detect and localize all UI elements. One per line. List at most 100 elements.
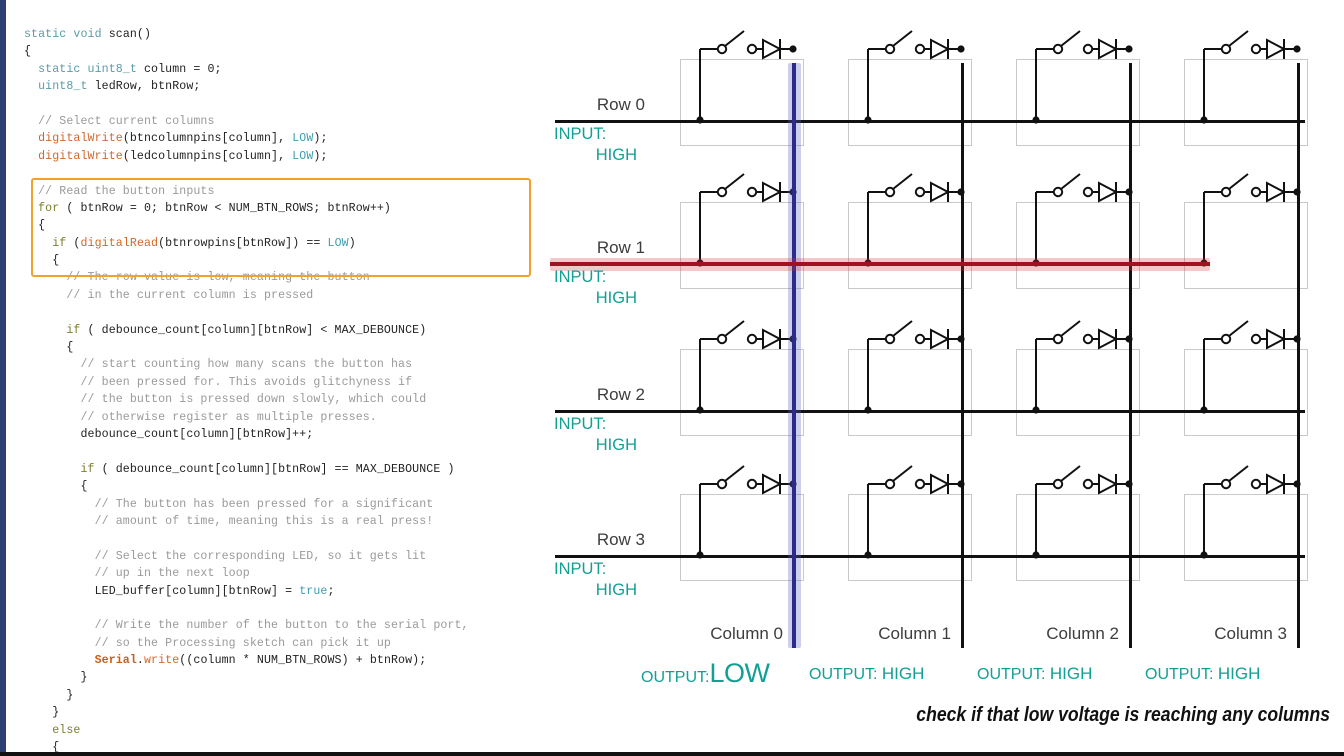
column-wire[interactable] (961, 63, 964, 648)
code-line: digitalWrite(btncolumnpins[column], LOW)… (24, 130, 534, 147)
code-line: Serial.write((column * NUM_BTN_ROWS) + b… (24, 652, 534, 669)
code-token: ) (348, 236, 356, 250)
column-wire[interactable] (1129, 63, 1132, 648)
code-token: { (24, 219, 46, 233)
code-token: // The button has been pressed for a sig… (24, 497, 434, 511)
column-label: Column 3 (1214, 624, 1287, 643)
code-token: LED_buffer[column][btnRow] = (24, 584, 300, 598)
code-token: // Write the number of the button to the… (24, 619, 469, 633)
row-state: INPUT: HIGH (554, 559, 646, 601)
column-wire[interactable] (1297, 63, 1300, 648)
code-token: ( debounce_count[column][btnRow] == MAX_… (94, 462, 455, 476)
code-token: scan() (108, 28, 152, 41)
code-token: } (24, 688, 74, 702)
row-label: Row 2 (596, 385, 645, 404)
code-token: ( btnRow = 0; btnRow < NUM_BTN_ROWS; btn… (59, 201, 391, 215)
row-state-value: HIGH (595, 146, 637, 164)
row-wire[interactable] (555, 555, 1305, 558)
bottom-rule (0, 752, 1344, 756)
code-token: void (73, 28, 109, 41)
column-label: Column 2 (1046, 624, 1119, 643)
code-token: ( debounce_count[column][btnRow] < MAX_D… (80, 323, 427, 337)
code-token: // otherwise register as multiple presse… (24, 410, 377, 424)
code-line: if (digitalRead(btnrowpins[btnRow]) == L… (24, 235, 534, 252)
code-token: digitalWrite (24, 132, 123, 146)
code-line: } (24, 687, 534, 704)
cell-switch-diode-symbol (1032, 173, 1133, 267)
code-line: // in the current column is pressed (24, 287, 534, 304)
code-token: LOW (327, 236, 349, 250)
code-token: else (24, 723, 81, 737)
code-line: // The row value is low, meaning the but… (24, 269, 534, 286)
code-line: } (24, 704, 534, 721)
row-label: Row 3 (596, 530, 645, 549)
button-matrix-diagram: Row 0 INPUT: HIGH Row 1 INPUT: HIGH Row 2 INPUT… (540, 0, 1344, 756)
code-token: . (136, 654, 144, 668)
code-token: ( (66, 236, 81, 250)
column-label: Column 1 (878, 624, 951, 643)
code-line: uint8_t ledRow, btnRow; (24, 78, 534, 95)
column-state-label: OUTPUT: (977, 666, 1050, 683)
code-token: { (24, 45, 32, 59)
source-code[interactable]: static void scan() { static uint8_t colum… (24, 26, 534, 756)
code-token: write (143, 654, 180, 668)
code-token: // up in the next loop (24, 567, 250, 581)
code-token: static (24, 28, 74, 41)
code-token: // amount of time, meaning this is a rea… (24, 514, 434, 528)
code-token: Serial (24, 654, 137, 668)
code-line: { (24, 43, 534, 60)
code-line: // Read the button inputs (24, 183, 534, 200)
column-wire-active[interactable] (792, 63, 796, 648)
code-token: LOW (292, 149, 314, 163)
code-token: // Read the button inputs (24, 184, 215, 198)
row-state: INPUT: HIGH (554, 414, 646, 456)
code-line: // start counting how many scans the but… (24, 356, 534, 373)
code-token: // so the Processing sketch can pick it … (24, 636, 391, 650)
code-token: (btnrowpins[btnRow]) == (158, 236, 328, 250)
code-token: } (24, 706, 60, 720)
column-state: OUTPUT: HIGH (1145, 664, 1344, 684)
code-line: // up in the next loop (24, 565, 534, 582)
row-state-value: HIGH (595, 436, 637, 454)
code-line: // been pressed for. This avoids glitchy… (24, 374, 534, 391)
code-token: (btncolumnpins[column], (122, 132, 293, 146)
row-state: INPUT: HIGH (554, 267, 646, 309)
column-state-value: LOW (709, 658, 770, 688)
column-state-value: HIGH (1217, 664, 1261, 683)
code-token: { (24, 480, 88, 494)
code-token: digitalWrite (24, 149, 123, 163)
code-line: // the button is pressed down slowly, wh… (24, 391, 534, 408)
cell-switch-diode-symbol (864, 30, 965, 124)
cell-switch-diode-symbol (1200, 465, 1301, 559)
column-state-label: OUTPUT: (641, 669, 710, 686)
code-token: uint8_t (24, 80, 88, 94)
code-token: // in the current column is pressed (24, 288, 314, 302)
code-token: column = 0; (136, 62, 222, 76)
code-line: if ( debounce_count[column][btnRow] == M… (24, 461, 534, 478)
code-line: static uint8_t column = 0; (24, 61, 534, 78)
row-wire-active[interactable] (550, 262, 1210, 266)
code-token: // the button is pressed down slowly, wh… (24, 393, 427, 407)
code-line: { (24, 252, 534, 269)
code-line: if ( debounce_count[column][btnRow] < MA… (24, 322, 534, 339)
code-token: // Select the corresponding LED, so it g… (24, 549, 427, 563)
code-token: { (24, 254, 60, 268)
code-token: ((column * NUM_BTN_ROWS) + btnRow); (179, 654, 427, 668)
code-token: // Select current columns (24, 114, 215, 128)
screenshot-root: static void scan() { static uint8_t colum… (0, 0, 1344, 756)
cell-switch-diode-symbol (1200, 320, 1301, 414)
code-line: { (24, 478, 534, 495)
cell-switch-diode-symbol (1032, 465, 1133, 559)
code-token: if (24, 323, 81, 337)
cell-switch-diode-symbol (864, 320, 965, 414)
code-line: // Write the number of the button to the… (24, 617, 534, 634)
row-state-label: INPUT: (554, 560, 607, 578)
row-wire[interactable] (555, 120, 1305, 123)
row-wire[interactable] (555, 410, 1305, 413)
